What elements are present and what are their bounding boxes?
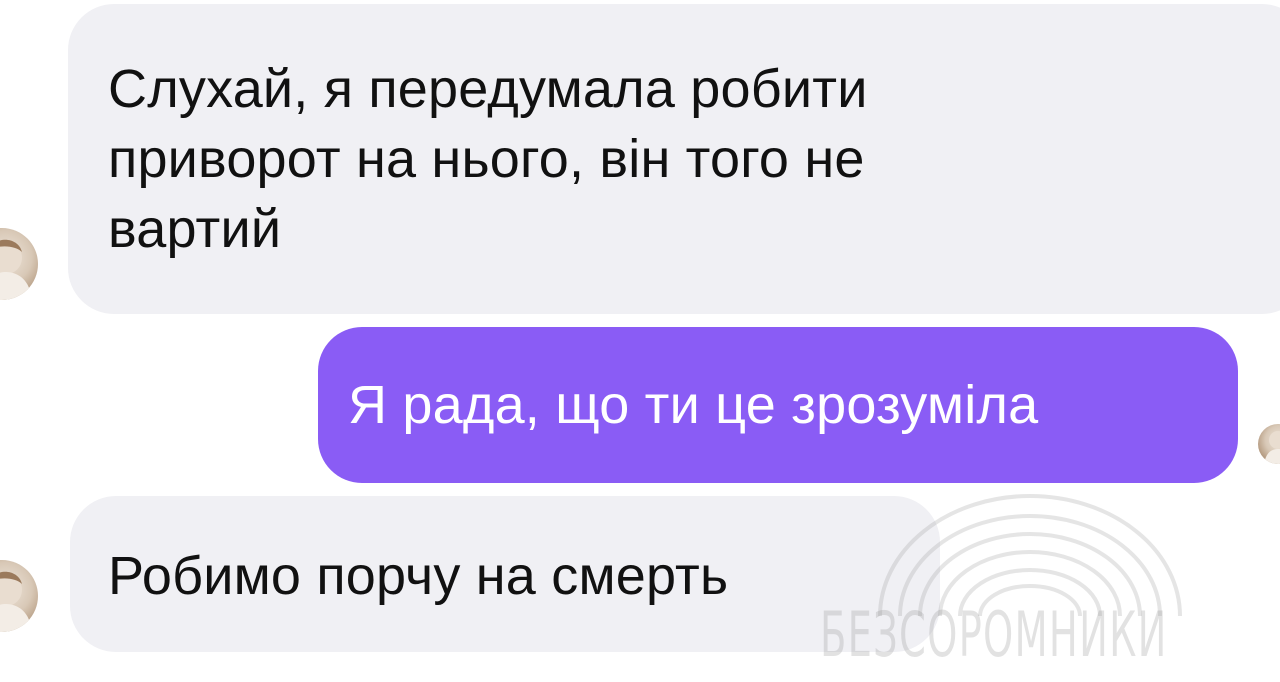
message-text: Робимо порчу на смерть	[108, 546, 729, 606]
chat-thread: Слухай, я передумала робити приворот на …	[0, 0, 1280, 682]
avatar-photo-icon	[0, 571, 32, 632]
message-bubble-incoming[interactable]: Слухай, я передумала робити приворот на …	[68, 4, 1280, 314]
avatar-photo-icon	[0, 239, 32, 300]
message-text: Слухай, я передумала робити приворот на …	[108, 59, 868, 259]
avatar-photo-icon	[1264, 431, 1280, 464]
message-bubble-incoming[interactable]: Робимо порчу на смерть	[70, 496, 940, 652]
message-text: Я рада, що ти це зрозуміла	[348, 375, 1039, 435]
contact-avatar[interactable]	[0, 228, 38, 300]
message-bubble-outgoing[interactable]: Я рада, що ти це зрозуміла	[318, 327, 1238, 483]
contact-avatar[interactable]	[0, 560, 38, 632]
read-receipt-avatar	[1258, 424, 1280, 464]
